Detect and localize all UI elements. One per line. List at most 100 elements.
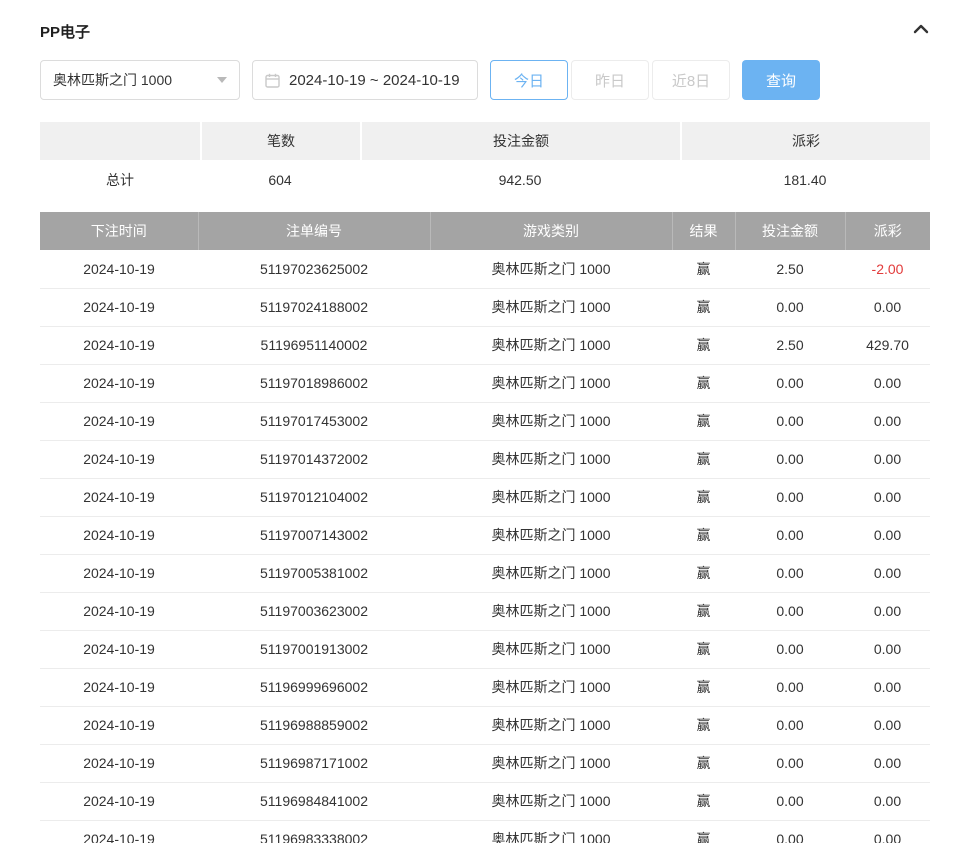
table-row: 2024-10-19 51197007143002 奥林匹斯之门 1000 赢 … xyxy=(40,516,930,554)
column-header-result: 结果 xyxy=(672,212,735,250)
cell-bet-amount: 0.00 xyxy=(735,402,845,440)
column-header-bet-time: 下注时间 xyxy=(40,212,198,250)
summary-header-row: 笔数 投注金额 派彩 xyxy=(40,122,930,160)
cell-payout: 0.00 xyxy=(845,402,930,440)
cell-payout: 0.00 xyxy=(845,782,930,820)
cell-bet-time: 2024-10-19 xyxy=(40,592,198,630)
game-select[interactable]: 奥林匹斯之门 1000 xyxy=(40,60,240,100)
date-range-picker[interactable]: 2024-10-19 ~ 2024-10-19 xyxy=(252,60,478,100)
last-8-days-button[interactable]: 近8日 xyxy=(652,60,730,100)
cell-bet-time: 2024-10-19 xyxy=(40,250,198,288)
table-row: 2024-10-19 51197017453002 奥林匹斯之门 1000 赢 … xyxy=(40,402,930,440)
cell-bet-number: 51196984841002 xyxy=(198,782,430,820)
cell-result: 赢 xyxy=(672,782,735,820)
cell-payout: 0.00 xyxy=(845,554,930,592)
cell-payout: 0.00 xyxy=(845,820,930,843)
collapse-button[interactable] xyxy=(912,22,930,41)
table-row: 2024-10-19 51197018986002 奥林匹斯之门 1000 赢 … xyxy=(40,364,930,402)
cell-game-category: 奥林匹斯之门 1000 xyxy=(430,554,672,592)
cell-bet-number: 51197001913002 xyxy=(198,630,430,668)
table-row: 2024-10-19 51196988859002 奥林匹斯之门 1000 赢 … xyxy=(40,706,930,744)
cell-game-category: 奥林匹斯之门 1000 xyxy=(430,630,672,668)
chevron-down-icon xyxy=(217,77,227,83)
today-button[interactable]: 今日 xyxy=(490,60,568,100)
summary-total-count: 604 xyxy=(200,160,360,200)
summary-total-row: 总计 604 942.50 181.40 xyxy=(40,160,930,200)
cell-bet-number: 51196999696002 xyxy=(198,668,430,706)
cell-bet-amount: 0.00 xyxy=(735,288,845,326)
cell-payout: 0.00 xyxy=(845,592,930,630)
cell-result: 赢 xyxy=(672,326,735,364)
cell-result: 赢 xyxy=(672,516,735,554)
cell-payout: 0.00 xyxy=(845,478,930,516)
table-row: 2024-10-19 51196951140002 奥林匹斯之门 1000 赢 … xyxy=(40,326,930,364)
column-header-payout: 派彩 xyxy=(845,212,930,250)
summary-header-count: 笔数 xyxy=(200,122,360,160)
cell-bet-time: 2024-10-19 xyxy=(40,402,198,440)
cell-bet-number: 51196951140002 xyxy=(198,326,430,364)
cell-bet-amount: 0.00 xyxy=(735,744,845,782)
cell-bet-time: 2024-10-19 xyxy=(40,668,198,706)
cell-payout: 0.00 xyxy=(845,744,930,782)
cell-payout: 0.00 xyxy=(845,364,930,402)
cell-bet-amount: 0.00 xyxy=(735,706,845,744)
filter-bar: 奥林匹斯之门 1000 2024-10-19 ~ 2024-10-19 今日 昨… xyxy=(40,60,930,100)
cell-result: 赢 xyxy=(672,402,735,440)
cell-bet-number: 51197017453002 xyxy=(198,402,430,440)
cell-bet-amount: 0.00 xyxy=(735,440,845,478)
cell-result: 赢 xyxy=(672,250,735,288)
cell-bet-amount: 0.00 xyxy=(735,820,845,843)
yesterday-button[interactable]: 昨日 xyxy=(571,60,649,100)
cell-payout: 0.00 xyxy=(845,668,930,706)
table-row: 2024-10-19 51197012104002 奥林匹斯之门 1000 赢 … xyxy=(40,478,930,516)
panel-header: PP电子 xyxy=(40,18,930,44)
cell-game-category: 奥林匹斯之门 1000 xyxy=(430,326,672,364)
bet-table-header: 下注时间 注单编号 游戏类别 结果 投注金额 派彩 xyxy=(40,212,930,250)
cell-bet-time: 2024-10-19 xyxy=(40,364,198,402)
summary-header-bet-amount: 投注金额 xyxy=(360,122,680,160)
cell-game-category: 奥林匹斯之门 1000 xyxy=(430,592,672,630)
cell-bet-time: 2024-10-19 xyxy=(40,554,198,592)
cell-bet-amount: 2.50 xyxy=(735,250,845,288)
cell-game-category: 奥林匹斯之门 1000 xyxy=(430,820,672,843)
cell-game-category: 奥林匹斯之门 1000 xyxy=(430,402,672,440)
cell-payout: 0.00 xyxy=(845,516,930,554)
cell-bet-time: 2024-10-19 xyxy=(40,516,198,554)
bet-table-body: 2024-10-19 51197023625002 奥林匹斯之门 1000 赢 … xyxy=(40,250,930,843)
cell-bet-amount: 0.00 xyxy=(735,668,845,706)
cell-bet-time: 2024-10-19 xyxy=(40,630,198,668)
cell-bet-time: 2024-10-19 xyxy=(40,440,198,478)
cell-result: 赢 xyxy=(672,668,735,706)
cell-bet-number: 51196988859002 xyxy=(198,706,430,744)
cell-bet-amount: 2.50 xyxy=(735,326,845,364)
cell-game-category: 奥林匹斯之门 1000 xyxy=(430,516,672,554)
cell-result: 赢 xyxy=(672,364,735,402)
cell-payout: 0.00 xyxy=(845,706,930,744)
column-header-bet-amount: 投注金额 xyxy=(735,212,845,250)
cell-bet-amount: 0.00 xyxy=(735,592,845,630)
table-row: 2024-10-19 51197003623002 奥林匹斯之门 1000 赢 … xyxy=(40,592,930,630)
page-title: PP电子 xyxy=(40,21,90,42)
summary-total-label: 总计 xyxy=(40,160,200,200)
cell-bet-amount: 0.00 xyxy=(735,364,845,402)
cell-result: 赢 xyxy=(672,288,735,326)
column-header-game-category: 游戏类别 xyxy=(430,212,672,250)
game-select-value: 奥林匹斯之门 1000 xyxy=(53,70,172,90)
cell-payout: 0.00 xyxy=(845,630,930,668)
column-header-bet-number: 注单编号 xyxy=(198,212,430,250)
cell-bet-amount: 0.00 xyxy=(735,782,845,820)
table-row: 2024-10-19 51196987171002 奥林匹斯之门 1000 赢 … xyxy=(40,744,930,782)
summary-header-payout: 派彩 xyxy=(680,122,930,160)
cell-bet-time: 2024-10-19 xyxy=(40,326,198,364)
summary-total-payout: 181.40 xyxy=(680,160,930,200)
cell-result: 赢 xyxy=(672,440,735,478)
query-button[interactable]: 查询 xyxy=(742,60,820,100)
cell-bet-number: 51197018986002 xyxy=(198,364,430,402)
cell-bet-time: 2024-10-19 xyxy=(40,478,198,516)
table-row: 2024-10-19 51196999696002 奥林匹斯之门 1000 赢 … xyxy=(40,668,930,706)
summary-header-empty xyxy=(40,122,200,160)
cell-bet-number: 51197024188002 xyxy=(198,288,430,326)
cell-bet-number: 51197014372002 xyxy=(198,440,430,478)
table-row: 2024-10-19 51196983338002 奥林匹斯之门 1000 赢 … xyxy=(40,820,930,843)
table-row: 2024-10-19 51197024188002 奥林匹斯之门 1000 赢 … xyxy=(40,288,930,326)
